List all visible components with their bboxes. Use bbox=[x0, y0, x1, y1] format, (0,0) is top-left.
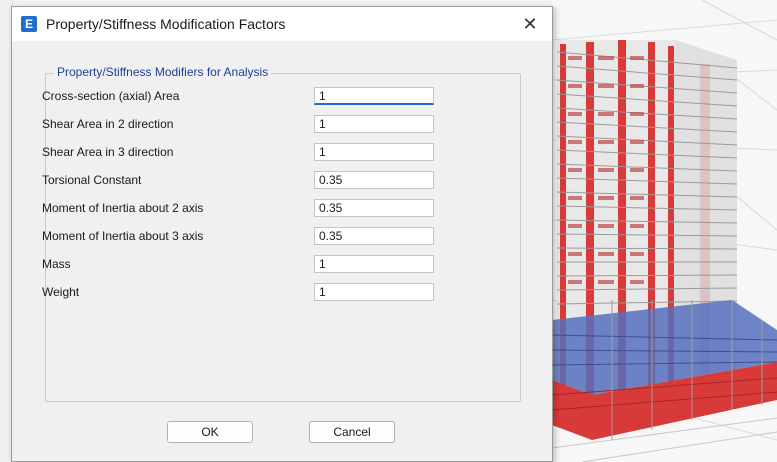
input-shear-area-2[interactable] bbox=[314, 115, 434, 133]
dialog-title: Property/Stiffness Modification Factors bbox=[46, 16, 286, 32]
etabs-app-icon: E bbox=[21, 16, 37, 32]
label-shear-area-2: Shear Area in 2 direction bbox=[42, 117, 174, 131]
input-cross-section-area[interactable] bbox=[314, 87, 434, 105]
label-shear-area-3: Shear Area in 3 direction bbox=[42, 145, 174, 159]
property-stiffness-dialog: E Property/Stiffness Modification Factor… bbox=[11, 6, 553, 462]
label-moment-inertia-2: Moment of Inertia about 2 axis bbox=[42, 201, 204, 215]
input-weight[interactable] bbox=[314, 283, 434, 301]
label-weight: Weight bbox=[42, 285, 80, 299]
cancel-button[interactable]: Cancel bbox=[309, 421, 395, 443]
label-cross-section-area: Cross-section (axial) Area bbox=[42, 89, 180, 103]
input-mass[interactable] bbox=[314, 255, 434, 273]
ok-button[interactable]: OK bbox=[167, 421, 253, 443]
3d-model-view[interactable] bbox=[552, 0, 777, 462]
input-moment-inertia-3[interactable] bbox=[314, 227, 434, 245]
group-title: Property/Stiffness Modifiers for Analysi… bbox=[54, 65, 272, 79]
close-button[interactable]: ✕ bbox=[516, 11, 544, 37]
label-torsional-constant: Torsional Constant bbox=[42, 173, 142, 187]
dialog-titlebar[interactable]: E Property/Stiffness Modification Factor… bbox=[12, 7, 552, 41]
label-mass: Mass bbox=[42, 257, 71, 271]
input-moment-inertia-2[interactable] bbox=[314, 199, 434, 217]
input-torsional-constant[interactable] bbox=[314, 171, 434, 189]
building-model-graphic bbox=[552, 0, 777, 462]
input-shear-area-3[interactable] bbox=[314, 143, 434, 161]
label-moment-inertia-3: Moment of Inertia about 3 axis bbox=[42, 229, 204, 243]
